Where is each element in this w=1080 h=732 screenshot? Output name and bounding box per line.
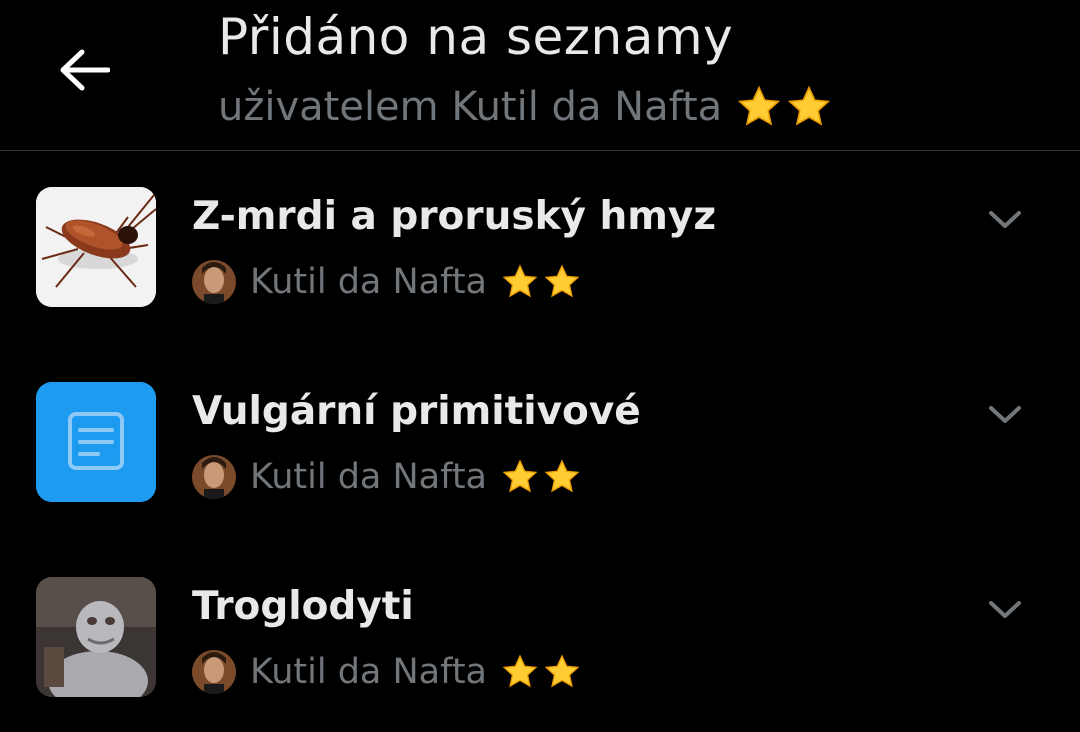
chevron-down-icon [989, 601, 1021, 618]
star-icon [544, 459, 580, 493]
page-subtitle: uživatelem Kutil da Nafta [218, 84, 832, 130]
star-icon [544, 264, 580, 298]
expand-button[interactable] [980, 395, 1030, 435]
avatar [192, 650, 236, 694]
owner-name: Kutil da Nafta [250, 652, 487, 692]
list-item[interactable]: Z-mrdi a proruský hmyz Kutil da Nafta [0, 152, 1080, 342]
cockroach-image [36, 187, 156, 307]
list-item[interactable]: Vulgární primitivové Kutil da Nafta [0, 347, 1080, 537]
star-icon [502, 459, 538, 493]
expand-button[interactable] [980, 200, 1030, 240]
list-owner[interactable]: Kutil da Nafta [192, 260, 581, 304]
list-owner[interactable]: Kutil da Nafta [192, 650, 581, 694]
star-badges [736, 84, 832, 130]
star-icon [788, 85, 831, 126]
avatar [192, 455, 236, 499]
list-document-icon [36, 382, 156, 502]
avatar [192, 260, 236, 304]
list-owner[interactable]: Kutil da Nafta [192, 455, 581, 499]
chevron-down-icon [989, 406, 1021, 423]
back-button[interactable] [44, 30, 124, 110]
star-badges [501, 653, 581, 691]
list-item[interactable]: Troglodyti Kutil da Nafta [0, 542, 1080, 732]
star-icon [502, 654, 538, 688]
list-title[interactable]: Troglodyti [192, 584, 414, 629]
owner-name: Kutil da Nafta [250, 457, 487, 497]
star-icon [502, 264, 538, 298]
star-icon [738, 85, 781, 126]
list-title[interactable]: Vulgární primitivové [192, 389, 641, 434]
owner-name: Kutil da Nafta [250, 262, 487, 302]
troglodyte-image [36, 577, 156, 697]
list-title[interactable]: Z-mrdi a proruský hmyz [192, 194, 716, 239]
arrow-left-icon [60, 49, 110, 91]
star-badges [501, 458, 581, 496]
page-title: Přidáno na seznamy [218, 8, 734, 66]
chevron-down-icon [989, 211, 1021, 228]
page-header: Přidáno na seznamy uživatelem Kutil da N… [0, 0, 1080, 151]
star-badges [501, 263, 581, 301]
expand-button[interactable] [980, 590, 1030, 630]
star-icon [544, 654, 580, 688]
subtitle-text: uživatelem Kutil da Nafta [218, 84, 723, 130]
